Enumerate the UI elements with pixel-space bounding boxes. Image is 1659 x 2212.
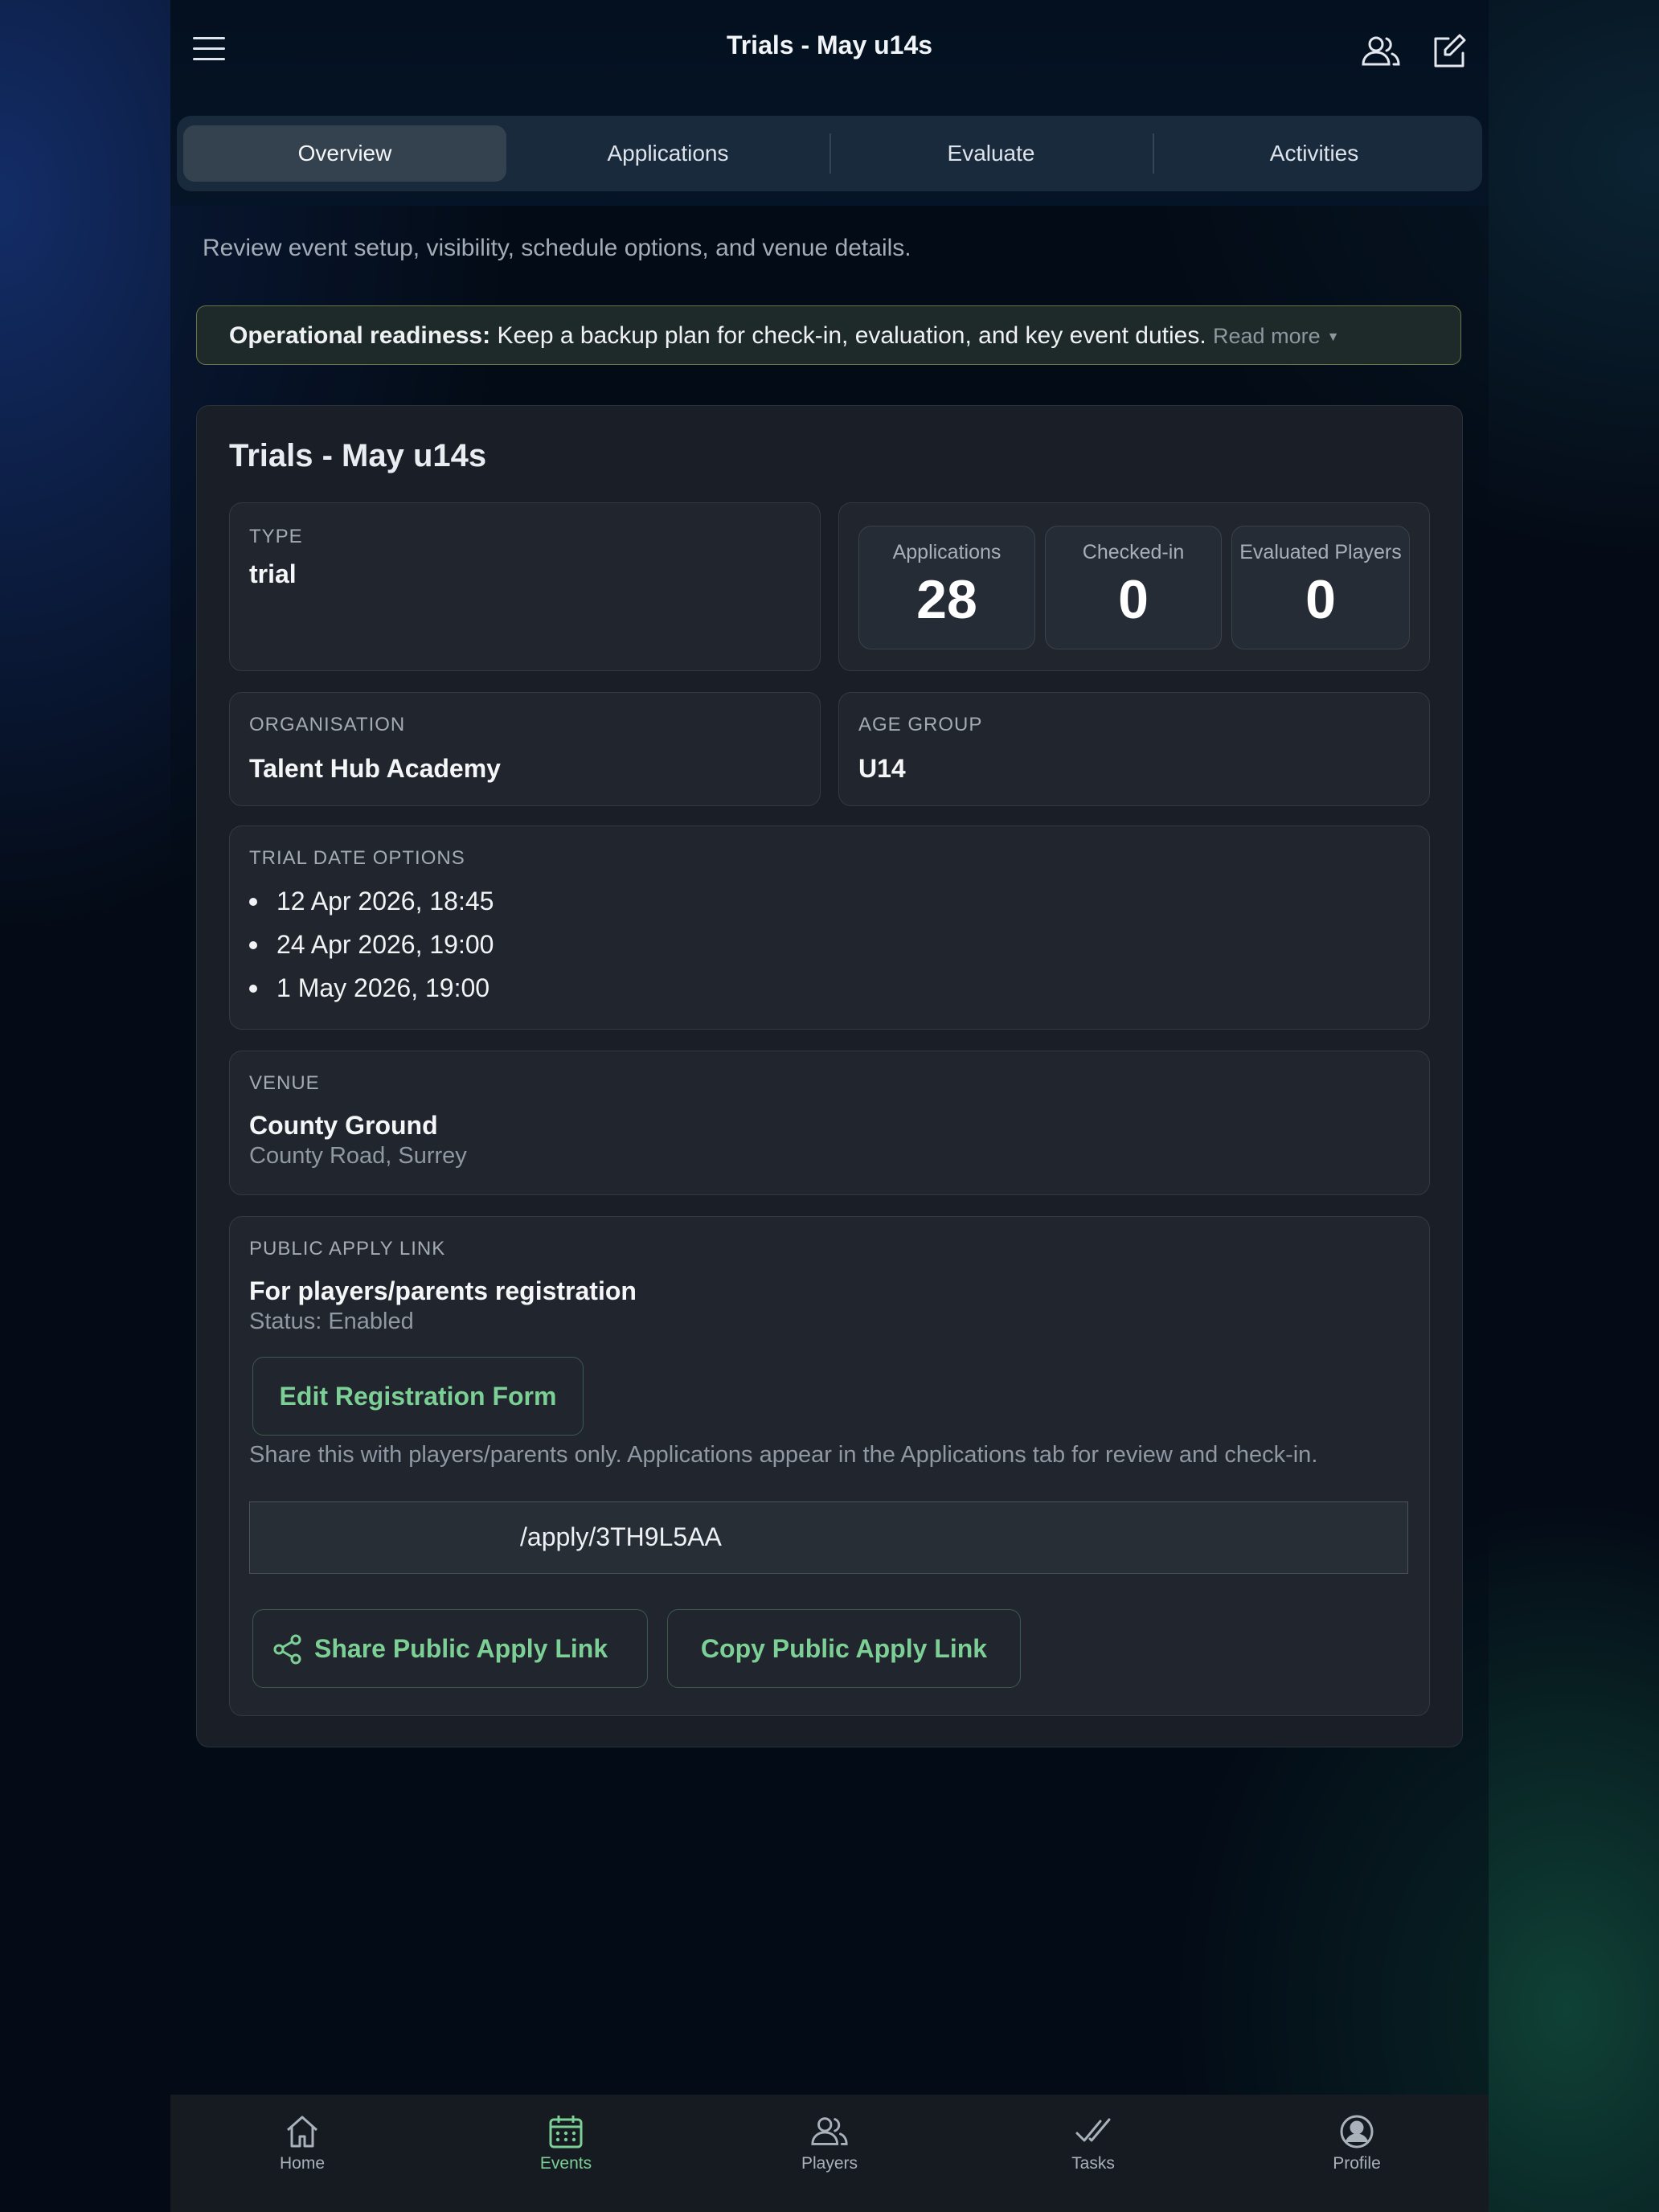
share-icon bbox=[272, 1634, 303, 1671]
bottom-navigation: Home Events Players Tasks Profile bbox=[170, 2095, 1489, 2212]
public-link-label: PUBLIC APPLY LINK bbox=[249, 1238, 446, 1260]
age-group-value: U14 bbox=[858, 754, 906, 783]
tab-overview[interactable]: Overview bbox=[183, 125, 506, 182]
banner-heading: Operational readiness: bbox=[229, 322, 491, 349]
trial-dates-list: 12 Apr 2026, 18:45 24 Apr 2026, 19:00 1 … bbox=[248, 879, 494, 1010]
type-box: TYPE trial bbox=[229, 502, 821, 671]
stat-evaluated-players: Evaluated Players 0 bbox=[1231, 526, 1410, 649]
tab-bar: Overview Applications Evaluate Activitie… bbox=[177, 116, 1482, 191]
caret-down-icon: ▼ bbox=[1326, 330, 1340, 344]
readiness-banner: Operational readiness: Keep a backup pla… bbox=[196, 305, 1461, 365]
age-group-label: AGE GROUP bbox=[858, 714, 983, 735]
double-check-icon bbox=[1075, 2118, 1111, 2142]
venue-name: County Ground bbox=[249, 1111, 438, 1140]
stat-label: Checked-in bbox=[1082, 541, 1185, 563]
nav-label: Tasks bbox=[1071, 2154, 1115, 2173]
users-icon bbox=[811, 2117, 848, 2145]
nav-label: Events bbox=[539, 2154, 592, 2173]
nav-events[interactable]: Events bbox=[485, 2112, 646, 2173]
event-title: Trials - May u14s bbox=[229, 438, 487, 473]
banner-text: Keep a backup plan for check-in, evaluat… bbox=[490, 322, 1206, 349]
stat-applications: Applications 28 bbox=[858, 526, 1035, 649]
tab-applications[interactable]: Applications bbox=[506, 125, 830, 182]
venue-label: VENUE bbox=[249, 1072, 320, 1094]
list-item: 24 Apr 2026, 19:00 bbox=[248, 923, 494, 966]
copy-public-apply-link-button[interactable]: Copy Public Apply Link bbox=[667, 1609, 1021, 1688]
venue-address: County Road, Surrey bbox=[249, 1143, 467, 1169]
nav-players[interactable]: Players bbox=[749, 2112, 910, 2173]
type-value: trial bbox=[249, 559, 297, 588]
profile-icon bbox=[1340, 2115, 1374, 2149]
nav-label: Profile bbox=[1333, 2154, 1381, 2173]
app-shell: Trials - May u14s Overview Applications … bbox=[170, 0, 1489, 2212]
public-link-box: PUBLIC APPLY LINK For players/parents re… bbox=[229, 1216, 1430, 1716]
trial-dates-box: TRIAL DATE OPTIONS 12 Apr 2026, 18:45 24… bbox=[229, 825, 1430, 1030]
status-text: Status: Enabled bbox=[249, 1309, 414, 1334]
page-description: Review event setup, visibility, schedule… bbox=[203, 235, 911, 261]
users-icon[interactable] bbox=[1360, 32, 1402, 71]
share-button-label: Share Public Apply Link bbox=[314, 1633, 608, 1663]
stat-checked-in: Checked-in 0 bbox=[1045, 526, 1222, 649]
stat-value: 28 bbox=[916, 569, 977, 630]
share-note: Share this with players/parents only. Ap… bbox=[249, 1442, 1318, 1468]
share-public-apply-link-button[interactable]: Share Public Apply Link bbox=[252, 1609, 648, 1688]
trial-dates-label: TRIAL DATE OPTIONS bbox=[249, 847, 465, 869]
stat-label: Applications bbox=[892, 541, 1002, 563]
organisation-label: ORGANISATION bbox=[249, 714, 406, 735]
nav-profile[interactable]: Profile bbox=[1276, 2112, 1437, 2173]
list-item: 12 Apr 2026, 18:45 bbox=[248, 879, 494, 923]
nav-label: Home bbox=[279, 2154, 326, 2173]
read-more-toggle[interactable]: Read more ▼ bbox=[1213, 324, 1339, 348]
stat-value: 0 bbox=[1305, 569, 1336, 630]
stats-box: Applications 28 Checked-in 0 Evaluated P… bbox=[838, 502, 1430, 671]
top-header: Trials - May u14s Overview Applications … bbox=[170, 0, 1489, 206]
event-card: Trials - May u14s TYPE trial Application… bbox=[196, 405, 1463, 1747]
stat-value: 0 bbox=[1118, 569, 1149, 630]
nav-label: Players bbox=[801, 2154, 858, 2173]
read-more-label: Read more bbox=[1213, 324, 1321, 348]
organisation-value: Talent Hub Academy bbox=[249, 754, 501, 783]
nav-tasks[interactable]: Tasks bbox=[1013, 2112, 1174, 2173]
tab-evaluate[interactable]: Evaluate bbox=[830, 125, 1153, 182]
edit-icon[interactable] bbox=[1429, 32, 1471, 71]
age-group-box: AGE GROUP U14 bbox=[838, 692, 1430, 806]
page-title: Trials - May u14s bbox=[726, 31, 933, 59]
edit-registration-form-button[interactable]: Edit Registration Form bbox=[252, 1357, 584, 1436]
home-icon bbox=[287, 2116, 317, 2148]
public-link-heading: For players/parents registration bbox=[249, 1276, 637, 1305]
nav-home[interactable]: Home bbox=[222, 2112, 383, 2173]
tab-activities[interactable]: Activities bbox=[1153, 125, 1476, 182]
stat-label: Evaluated Players bbox=[1239, 541, 1402, 563]
type-label: TYPE bbox=[249, 526, 303, 547]
venue-box: VENUE County Ground County Road, Surrey bbox=[229, 1051, 1430, 1195]
organisation-box: ORGANISATION Talent Hub Academy bbox=[229, 692, 821, 806]
calendar-icon bbox=[549, 2116, 583, 2149]
apply-link-field[interactable]: /apply/3TH9L5AA bbox=[249, 1501, 1408, 1574]
list-item: 1 May 2026, 19:00 bbox=[248, 966, 494, 1010]
